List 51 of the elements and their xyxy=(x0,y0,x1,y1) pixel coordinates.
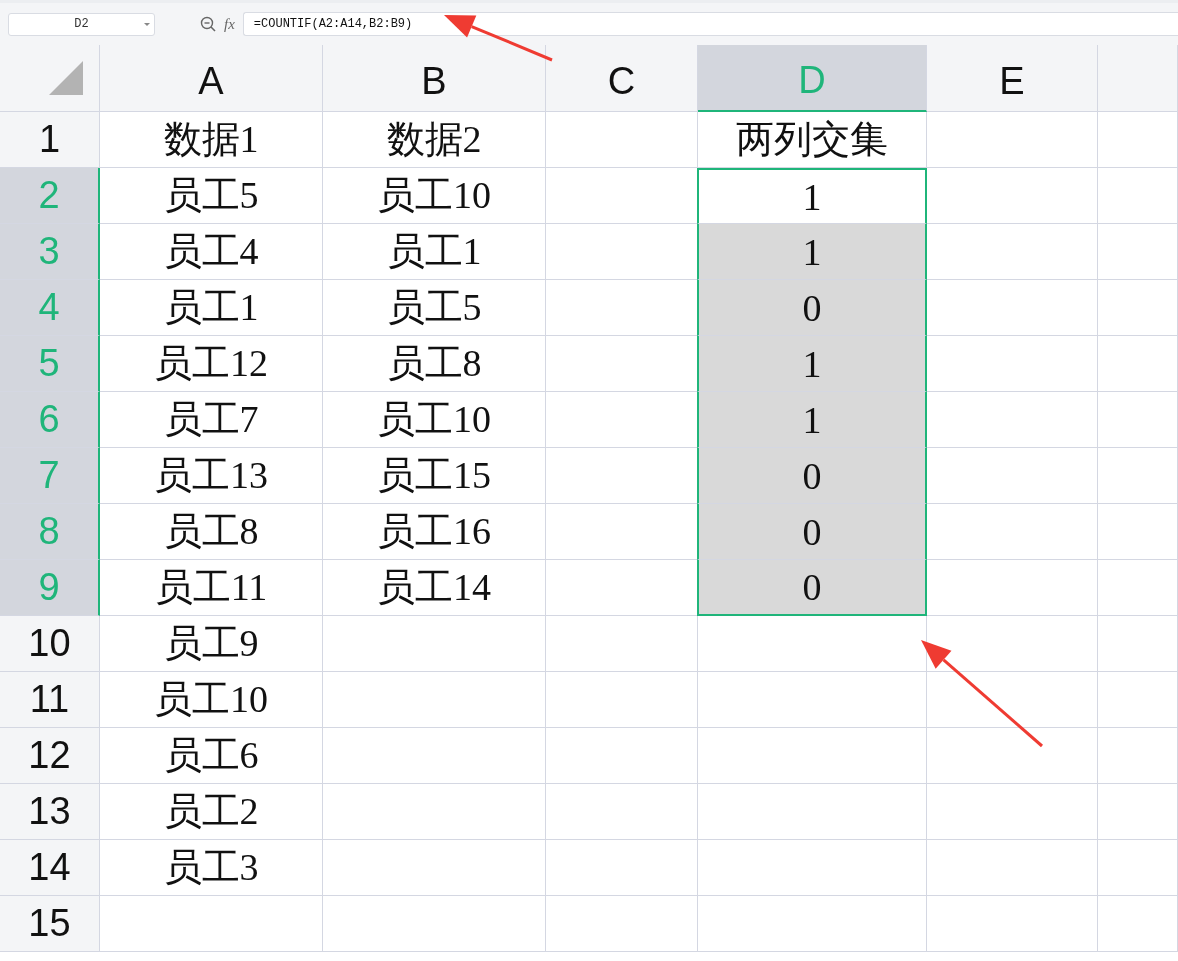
table-cell: 员工16 xyxy=(323,504,546,560)
column-header[interactable]: B xyxy=(323,45,546,112)
table-cell: 1 xyxy=(697,336,927,392)
select-all-corner[interactable] xyxy=(0,45,100,112)
column-header[interactable]: E xyxy=(927,45,1098,112)
zoom-icon xyxy=(200,16,216,32)
table-cell: 1 xyxy=(697,392,927,448)
table-cell: 员工1 xyxy=(100,280,323,336)
table-cell: 1 xyxy=(697,224,927,280)
caret-icon xyxy=(144,22,150,26)
table-cell: 员工5 xyxy=(100,168,323,224)
table-cell: 0 xyxy=(697,504,927,560)
table-cell: 员工10 xyxy=(100,672,323,728)
row-header[interactable]: 14 xyxy=(0,840,100,896)
table-cell: 员工5 xyxy=(323,280,546,336)
name-box[interactable]: D2 xyxy=(8,12,155,36)
table-cell: 0 xyxy=(697,560,927,616)
table-cell: 0 xyxy=(697,448,927,504)
table-cell: 员工6 xyxy=(100,728,323,784)
column-header[interactable]: A xyxy=(100,45,323,112)
table-cell: 数据2 xyxy=(323,112,546,168)
row-header[interactable]: 13 xyxy=(0,784,100,840)
table-cell: 员工7 xyxy=(100,392,323,448)
table-cell: 员工9 xyxy=(100,616,323,672)
table-cell: 员工2 xyxy=(100,784,323,840)
row-header[interactable]: 10 xyxy=(0,616,100,672)
table-cell: 员工11 xyxy=(100,560,323,616)
table-cell: 员工10 xyxy=(323,392,546,448)
table-cell: 员工12 xyxy=(100,336,323,392)
row-header[interactable]: 11 xyxy=(0,672,100,728)
table-cell: 员工8 xyxy=(323,336,546,392)
table-cell: 1 xyxy=(697,168,927,224)
formula-field[interactable]: =COUNTIF(A2:A14,B2:B9) xyxy=(242,12,1178,36)
corner-triangle-icon xyxy=(49,61,83,95)
table-cell: 员工15 xyxy=(323,448,546,504)
table-cell: 员工13 xyxy=(100,448,323,504)
row-header[interactable]: 12 xyxy=(0,728,100,784)
table-cell: 员工14 xyxy=(323,560,546,616)
column-header[interactable]: C xyxy=(546,45,698,112)
table-cell: 员工1 xyxy=(323,224,546,280)
table-cell: 员工8 xyxy=(100,504,323,560)
table-cell: 员工10 xyxy=(323,168,546,224)
column-header[interactable] xyxy=(1098,45,1178,112)
table-cell: 员工3 xyxy=(100,840,323,896)
table-cell: 两列交集 xyxy=(698,112,927,168)
row-header[interactable]: 1 xyxy=(0,112,100,168)
function-button[interactable]: fx xyxy=(224,15,235,33)
table-cell: 员工4 xyxy=(100,224,323,280)
table-cell: 0 xyxy=(697,280,927,336)
row-header[interactable]: 15 xyxy=(0,896,100,952)
table-cell: 数据1 xyxy=(100,112,323,168)
